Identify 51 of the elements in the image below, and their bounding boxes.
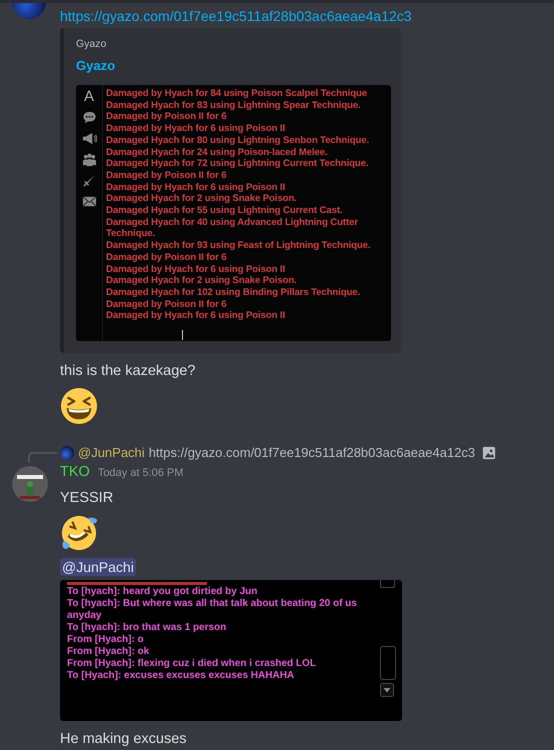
embed-provider: Gyazo [76, 38, 106, 50]
combat-log-line: Damaged by Hyach for 6 using Poison II [106, 310, 286, 322]
combat-log-line: Damaged Hyach for 2 using Snake Poison. [106, 193, 298, 206]
embed-title[interactable]: Gyazo [76, 58, 116, 73]
combat-log-line: Damaged Hyach for 102 using Binding Pillars Technique. [106, 286, 362, 299]
combat-log-line: Damaged Hyach for 55 using Lightning Current Cast. [106, 205, 344, 217]
combat-log-line: Damaged Hyach for 2 using Snake Poison. [106, 275, 298, 287]
combat-log-line: Damaged Hyach for 40 using Advanced Lightning Cutter Technique. [106, 216, 359, 240]
chat-icon [82, 110, 96, 125]
combat-log-line: Damaged Hyach for 80 using Lightning Senbon Technique. [106, 134, 370, 147]
combat-log-line: Damaged Hyach for 24 using Poison-laced Melee. [106, 146, 328, 158]
chat-log-line: To [hyach]: But where was all that talk about beating 20 of us anyday [67, 598, 358, 622]
sword-icon [82, 173, 96, 188]
megaphone-icon [82, 131, 96, 146]
combat-log-line: Damaged by Poison II for 6 [106, 252, 228, 264]
avatar[interactable] [12, 466, 48, 502]
reply-author[interactable]: @JunPachi [78, 445, 145, 460]
envelope-icon [82, 194, 96, 209]
font-icon: A [84, 89, 94, 104]
message-link[interactable]: https://gyazo.com/01f7ee19c511af28b03ac6aeae4a12c3 [60, 7, 412, 25]
chat-log-line: To [Hyach]: excuses excuses excuses HAHAHA [67, 670, 296, 682]
chat-log-line: To [hyach]: heard you got dirtied by Jun [67, 586, 258, 598]
user-mention[interactable]: @JunPachi [60, 558, 136, 576]
image-icon [482, 446, 496, 460]
laughing-tears-emoji-icon [60, 514, 98, 552]
combat-log-line: Damaged by Poison II for 6 [106, 111, 228, 124]
timestamp: Today at 5:06 PM [98, 467, 184, 479]
message-text: this is the kazekage? [60, 362, 196, 381]
message-text: YESSIR [60, 489, 114, 508]
username[interactable]: TKO [60, 464, 90, 480]
combat-log-line: Damaged Hyach for 93 using Feast of Lightning Technique. [106, 240, 372, 252]
chat-log-line: To [hyach]: bro that was 1 person [67, 622, 228, 634]
reply-preview[interactable]: https://gyazo.com/01f7ee19c511af28b03ac6aeae4a12c3 [148, 445, 476, 460]
chat-log-line: From [Hyach]: ok [67, 646, 150, 658]
combat-log-line: Damaged Hyach for 72 using Lightning Current Technique. [106, 158, 370, 170]
combat-log-line: Damaged by Hyach for 6 using Poison II [106, 264, 286, 276]
reply-connector [28, 452, 57, 463]
combat-log-line: Damaged by Hyach for 84 using Poison Scalpel Technique [106, 88, 368, 100]
chat-log-line: From [Hyach]: flexing cuz i died when i crashed LOL [67, 658, 317, 670]
message-text: He making excuses [60, 730, 187, 749]
combat-log-line: Damaged by Poison II for 6 [106, 298, 228, 310]
combat-log-line: Damaged by Hyach for 6 using Poison II [106, 182, 286, 194]
chat-log-line: From [Hyach]: o [67, 634, 145, 646]
people-icon [82, 152, 96, 167]
combat-log-line: Damaged Hyach for 83 using Lightning Spear Technique. [106, 100, 362, 112]
combat-log-line: Damaged by Poison II for 6 [106, 170, 228, 182]
scroll-thumb[interactable] [380, 646, 396, 680]
text-cursor [182, 330, 183, 340]
scroll-down-button[interactable] [380, 683, 394, 697]
laughing-emoji-icon [60, 387, 98, 425]
combat-log-line: Damaged by Hyach for 6 using Poison II [106, 123, 286, 135]
